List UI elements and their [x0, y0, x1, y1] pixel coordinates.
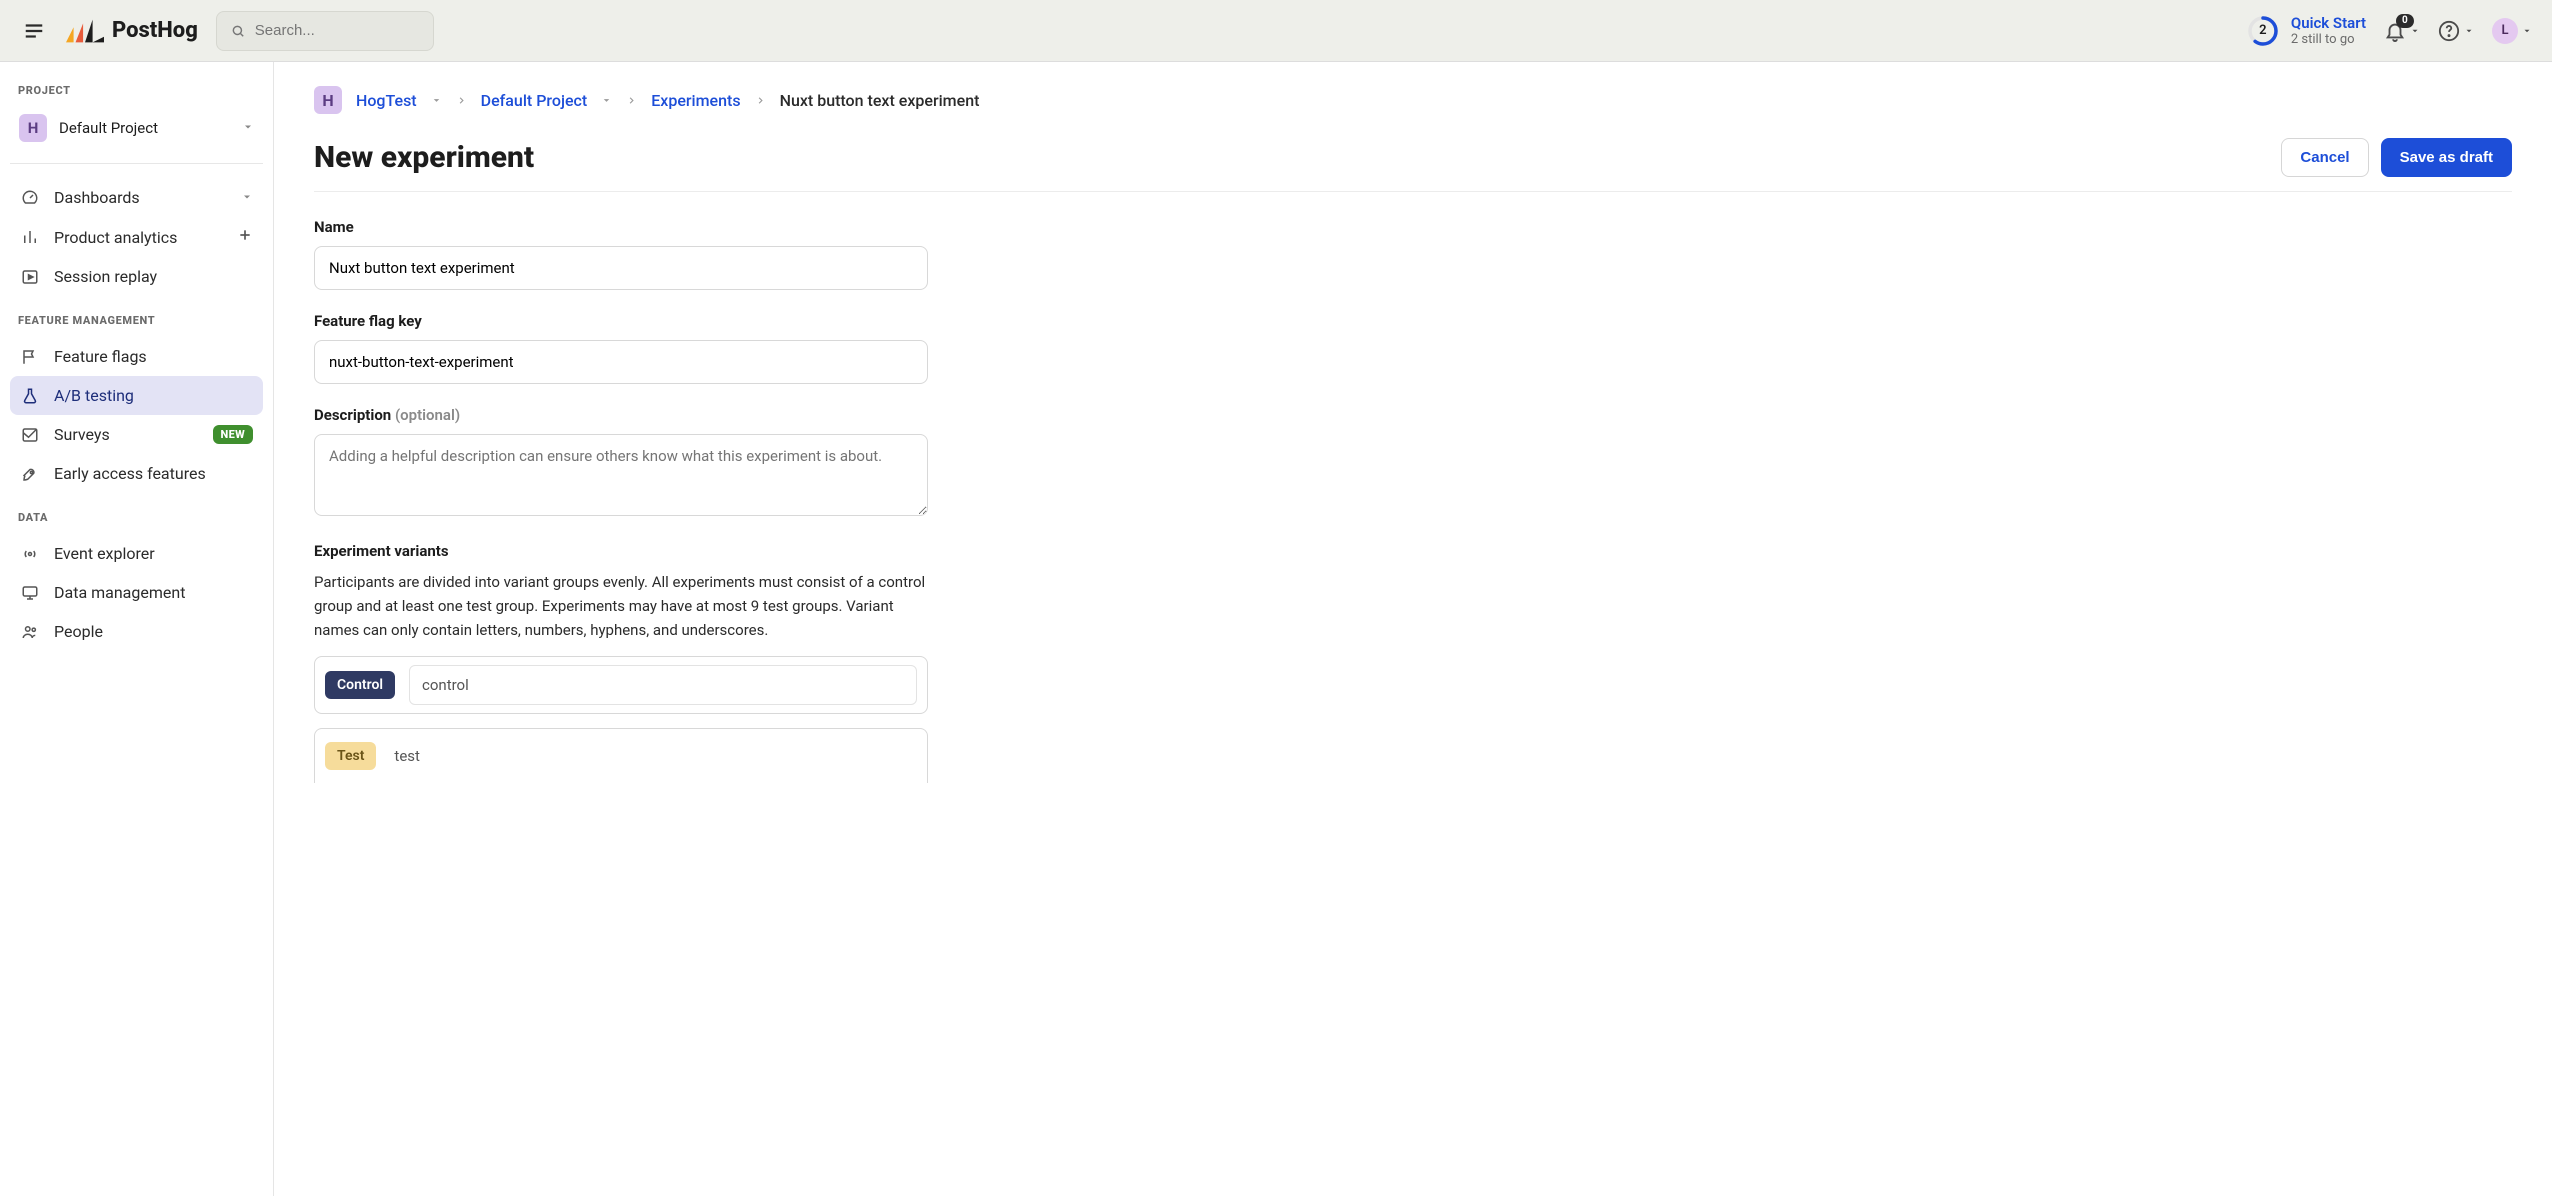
chevron-down-icon: [2410, 26, 2420, 36]
sidebar-item-product-analytics[interactable]: Product analytics: [10, 217, 263, 257]
plus-icon[interactable]: [237, 227, 253, 247]
chevron-down-icon: [242, 119, 254, 137]
variant-chip-control: Control: [325, 671, 395, 699]
description-label: Description (optional): [314, 406, 928, 424]
topbar: PostHog 2 Quick Start 2 still to go 0: [0, 0, 2552, 62]
people-icon: [20, 623, 40, 641]
global-search[interactable]: [216, 11, 434, 51]
monitor-icon: [20, 584, 40, 602]
breadcrumb-org-badge: H: [314, 86, 342, 114]
sidebar-item-dashboards[interactable]: Dashboards: [10, 178, 263, 217]
divider: [10, 163, 263, 164]
help-icon: [2438, 20, 2460, 42]
main-content: H HogTest Default Project Experiments Nu…: [274, 62, 2552, 1196]
brand-logo[interactable]: PostHog: [66, 18, 198, 43]
page-title: New experiment: [314, 140, 534, 175]
quick-start-title: Quick Start: [2291, 14, 2366, 32]
broadcast-icon: [20, 545, 40, 563]
rocket-icon: [20, 465, 40, 483]
cancel-button[interactable]: Cancel: [2281, 138, 2368, 177]
notifications-badge: 0: [2396, 14, 2414, 28]
sidebar-item-event-explorer[interactable]: Event explorer: [10, 534, 263, 573]
sidebar-heading-data: DATA: [10, 511, 263, 534]
new-badge: NEW: [213, 425, 254, 444]
sidebar-item-session-replay[interactable]: Session replay: [10, 257, 263, 296]
avatar: L: [2492, 18, 2518, 44]
sidebar-item-label: Surveys: [54, 425, 110, 444]
project-name: Default Project: [59, 119, 158, 137]
name-label: Name: [314, 218, 928, 236]
breadcrumb-current: Nuxt button text experiment: [780, 91, 980, 110]
hamburger-icon: [23, 20, 45, 42]
save-draft-button[interactable]: Save as draft: [2381, 138, 2512, 177]
flag-key-label: Feature flag key: [314, 312, 928, 330]
quick-start-widget[interactable]: 2 Quick Start 2 still to go: [2247, 14, 2366, 47]
chevron-down-icon[interactable]: [431, 91, 442, 110]
breadcrumb-org[interactable]: HogTest: [356, 91, 417, 110]
flag-key-input[interactable]: [314, 340, 928, 384]
sidebar: PROJECT H Default Project Dashboards Pro…: [0, 62, 274, 1196]
search-icon: [231, 23, 245, 39]
chevron-down-icon: [2464, 26, 2474, 36]
progress-ring: 2: [2247, 15, 2279, 47]
variant-chip-test: Test: [325, 742, 376, 770]
sidebar-item-surveys[interactable]: Surveys NEW: [10, 415, 263, 454]
breadcrumb-section[interactable]: Experiments: [651, 91, 740, 110]
brand-name: PostHog: [112, 18, 198, 43]
breadcrumb: H HogTest Default Project Experiments Nu…: [314, 86, 2512, 114]
sidebar-heading-project: PROJECT: [10, 84, 263, 107]
chevron-down-icon: [241, 188, 253, 207]
sidebar-item-label: Event explorer: [54, 544, 155, 563]
play-square-icon: [20, 268, 40, 286]
bar-chart-icon: [20, 228, 40, 246]
variants-description: Participants are divided into variant gr…: [314, 570, 928, 642]
chevron-down-icon: [2522, 26, 2532, 36]
breadcrumb-project[interactable]: Default Project: [481, 91, 588, 110]
survey-icon: [20, 426, 40, 444]
sidebar-item-label: People: [54, 622, 103, 641]
notifications-button[interactable]: 0: [2384, 20, 2420, 42]
divider: [314, 191, 2512, 192]
chevron-right-icon: [755, 91, 766, 110]
quick-start-subtitle: 2 still to go: [2291, 32, 2366, 47]
sidebar-item-people[interactable]: People: [10, 612, 263, 651]
variant-row-test: Test test: [314, 728, 928, 783]
flask-icon: [20, 387, 40, 405]
sidebar-item-ab-testing[interactable]: A/B testing: [10, 376, 263, 415]
search-input[interactable]: [255, 22, 419, 39]
variant-row-control: Control control: [314, 656, 928, 714]
menu-toggle-button[interactable]: [20, 17, 48, 45]
logo-mark-icon: [66, 19, 104, 43]
description-textarea[interactable]: [314, 434, 928, 516]
project-selector[interactable]: H Default Project: [10, 107, 263, 149]
name-input[interactable]: [314, 246, 928, 290]
sidebar-item-label: Data management: [54, 583, 185, 602]
chevron-right-icon: [456, 91, 467, 110]
sidebar-item-label: Session replay: [54, 267, 157, 286]
flag-icon: [20, 348, 40, 366]
variant-value-test[interactable]: test: [390, 737, 917, 775]
experiment-form: Name Feature flag key Description (optio…: [314, 218, 928, 783]
project-badge: H: [19, 114, 47, 142]
sidebar-item-label: Early access features: [54, 464, 206, 483]
sidebar-item-feature-flags[interactable]: Feature flags: [10, 337, 263, 376]
progress-count: 2: [2247, 15, 2279, 47]
chevron-down-icon[interactable]: [601, 91, 612, 110]
sidebar-item-label: Feature flags: [54, 347, 147, 366]
sidebar-heading-feature: FEATURE MANAGEMENT: [10, 314, 263, 337]
sidebar-item-label: A/B testing: [54, 386, 134, 405]
chevron-right-icon: [626, 91, 637, 110]
variants-label: Experiment variants: [314, 542, 928, 560]
gauge-icon: [20, 189, 40, 207]
variant-value-control[interactable]: control: [409, 665, 917, 705]
sidebar-item-data-management[interactable]: Data management: [10, 573, 263, 612]
sidebar-item-label: Dashboards: [54, 188, 140, 207]
account-menu[interactable]: L: [2492, 18, 2532, 44]
sidebar-item-label: Product analytics: [54, 228, 177, 247]
sidebar-item-early-access[interactable]: Early access features: [10, 454, 263, 493]
help-button[interactable]: [2438, 20, 2474, 42]
